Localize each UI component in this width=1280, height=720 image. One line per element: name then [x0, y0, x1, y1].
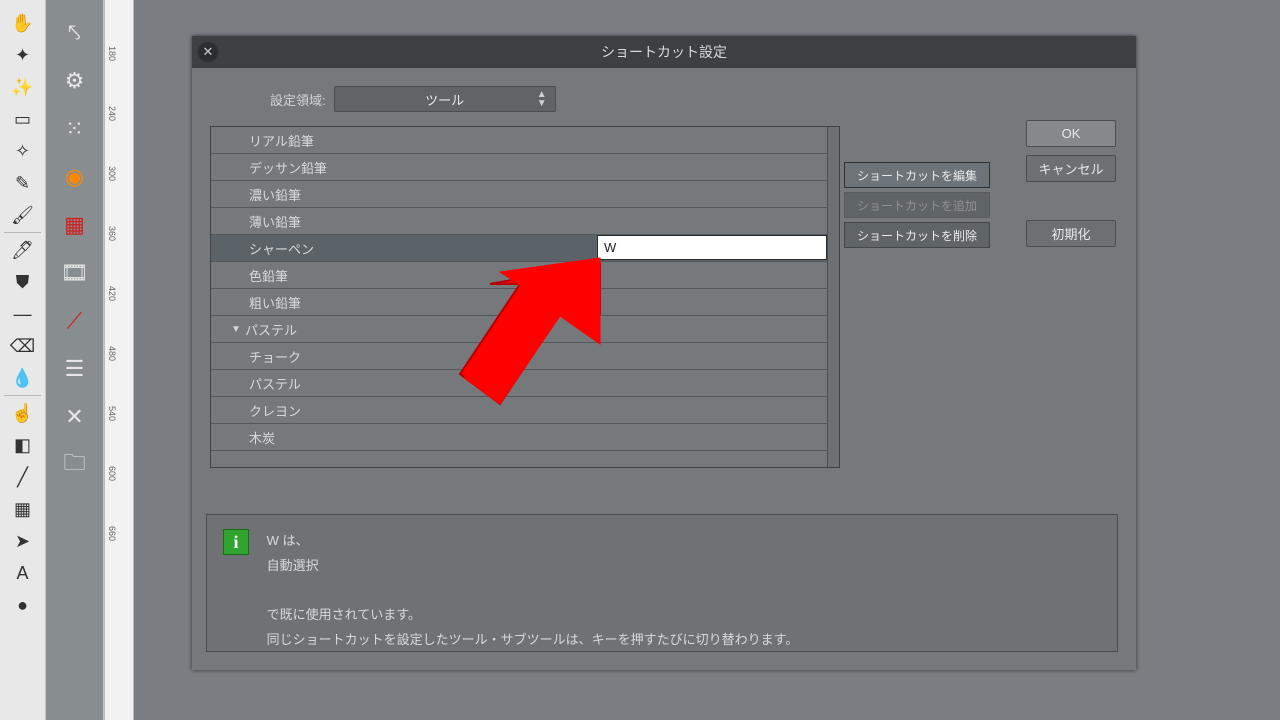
list-item[interactable]: チョーク	[211, 343, 827, 370]
list-item-label: リアル鉛筆	[249, 131, 314, 150]
grid-tool[interactable]: ▦	[8, 494, 38, 524]
list-item[interactable]: 濃い鉛筆	[211, 181, 827, 208]
ruler-tick: 360	[107, 226, 117, 241]
spray-tool[interactable]: ⁙	[54, 108, 96, 150]
list-item[interactable]: パステル	[211, 370, 827, 397]
cancel-button[interactable]: キャンセル	[1026, 155, 1116, 182]
list-item-label: 木炭	[249, 428, 275, 447]
ruler-tick: 300	[107, 166, 117, 181]
secondary-toolbar: ⤣ ⚙ ⁙ ◉ ▦ 🎞 ⟋ ☰ ✕ 🗀	[46, 0, 104, 720]
text-tool[interactable]: A	[8, 558, 38, 588]
lasso-tool[interactable]: ✦	[8, 40, 38, 70]
shortcut-input[interactable]	[597, 235, 827, 260]
add-shortcut-button: ショートカットを追加	[844, 192, 990, 218]
list-item-label: 濃い鉛筆	[249, 185, 301, 204]
folder-tool[interactable]: 🗀	[54, 444, 96, 486]
list-item-label: 粗い鉛筆	[249, 293, 301, 312]
list-item-label: パステル	[249, 374, 301, 393]
info-icon: i	[223, 529, 249, 555]
main-toolbar: ✋✦✨▭✧✎🖌 🖊⛊―⌫💧 ☝◧╱▦➤A●	[0, 0, 46, 720]
line-tool[interactable]: ╱	[8, 462, 38, 492]
info-line-4: 同じショートカットを設定したツール・サブツールは、キーを押すたびに切り替わります…	[267, 632, 799, 647]
list-item-label: チョーク	[249, 347, 301, 366]
reset-button[interactable]: 初期化	[1026, 220, 1116, 247]
list-item[interactable]: デッサン鉛筆	[211, 154, 827, 181]
vertical-ruler: 180 240 300 360 420 480 540 600 660	[104, 0, 134, 720]
arrow2-tool[interactable]: ➤	[8, 526, 38, 556]
eraser-tool[interactable]: ⌫	[8, 331, 38, 361]
list-item[interactable]: ▼ パステル	[211, 316, 827, 343]
finger-tool[interactable]: ☝	[8, 398, 38, 428]
gradient-tool[interactable]: ◧	[8, 430, 38, 460]
area-label: 設定領域:	[270, 90, 326, 109]
ruler-tick: 180	[107, 46, 117, 61]
magic-wand-tool[interactable]: ✨	[8, 72, 38, 102]
brush2-tool[interactable]: 🖊	[8, 235, 38, 265]
navigate-tool[interactable]: ⤣	[54, 12, 96, 54]
marquee-tool[interactable]: ▭	[8, 104, 38, 134]
hand-tool[interactable]: ✋	[8, 8, 38, 38]
shortcut-list: リアル鉛筆デッサン鉛筆濃い鉛筆薄い鉛筆シャーペン色鉛筆粗い鉛筆▼パステルチョーク…	[210, 126, 840, 468]
ruler-tick: 240	[107, 106, 117, 121]
shortcut-settings-dialog: ✕ ショートカット設定 設定領域: ツール ▲▼ リアル鉛筆デッサン鉛筆濃い鉛筆…	[192, 36, 1136, 670]
stroke-tool[interactable]: ―	[8, 299, 38, 329]
info-line-3: で既に使用されています。	[267, 607, 421, 622]
edit-shortcut-button[interactable]: ショートカットを編集	[844, 162, 990, 188]
dialog-title: ショートカット設定	[601, 42, 727, 62]
color-wheel-tool[interactable]: ◉	[54, 156, 96, 198]
fill-tool[interactable]: ⛊	[8, 267, 38, 297]
dialog-titlebar: ✕ ショートカット設定	[192, 36, 1136, 68]
info-panel: i W は、 自動選択 で既に使用されています。 同じショートカットを設定したツ…	[206, 514, 1118, 652]
list-item-label: シャーペン	[249, 239, 314, 258]
redline-tool[interactable]: ⟋	[54, 300, 96, 342]
list-item[interactable]: 薄い鉛筆	[211, 208, 827, 235]
list-item-label: 色鉛筆	[249, 266, 288, 285]
chevron-down-icon: ▼	[231, 324, 241, 335]
circle-tool[interactable]: ●	[8, 590, 38, 620]
star-tool[interactable]: ✧	[8, 136, 38, 166]
list-item-label: パステル	[245, 320, 297, 339]
list-item[interactable]: クレヨン	[211, 397, 827, 424]
ruler-tick: 420	[107, 286, 117, 301]
pen-tool[interactable]: ✎	[8, 168, 38, 198]
info-line-2: 自動選択	[267, 558, 319, 573]
stepper-arrows-icon: ▲▼	[537, 90, 547, 108]
drop-tool[interactable]: 💧	[8, 363, 38, 393]
film-tool[interactable]: 🎞	[54, 252, 96, 294]
pin-tool[interactable]: ✕	[54, 396, 96, 438]
ruler-tick: 540	[107, 406, 117, 421]
list-item[interactable]: 色鉛筆	[211, 262, 827, 289]
info-line-1: W は、	[267, 533, 309, 548]
list-scrollbar[interactable]	[827, 127, 839, 467]
brush-tool[interactable]: 🖌	[8, 200, 38, 230]
list-item[interactable]: 粗い鉛筆	[211, 289, 827, 316]
list-item-label: クレヨン	[249, 401, 301, 420]
ruler-tick: 480	[107, 346, 117, 361]
list-item[interactable]: リアル鉛筆	[211, 127, 827, 154]
layers-tool[interactable]: ☰	[54, 348, 96, 390]
area-value: ツール	[425, 90, 464, 109]
list-item-label: 薄い鉛筆	[249, 212, 301, 231]
ruler-tick: 600	[107, 466, 117, 481]
settings-tool[interactable]: ⚙	[54, 60, 96, 102]
ok-button[interactable]: OK	[1026, 120, 1116, 147]
close-icon[interactable]: ✕	[198, 42, 218, 62]
list-item-label: デッサン鉛筆	[249, 158, 327, 177]
area-dropdown[interactable]: ツール ▲▼	[334, 86, 556, 112]
list-item[interactable]: 木炭	[211, 424, 827, 451]
delete-shortcut-button[interactable]: ショートカットを削除	[844, 222, 990, 248]
swatches-tool[interactable]: ▦	[54, 204, 96, 246]
ruler-tick: 660	[107, 526, 117, 541]
